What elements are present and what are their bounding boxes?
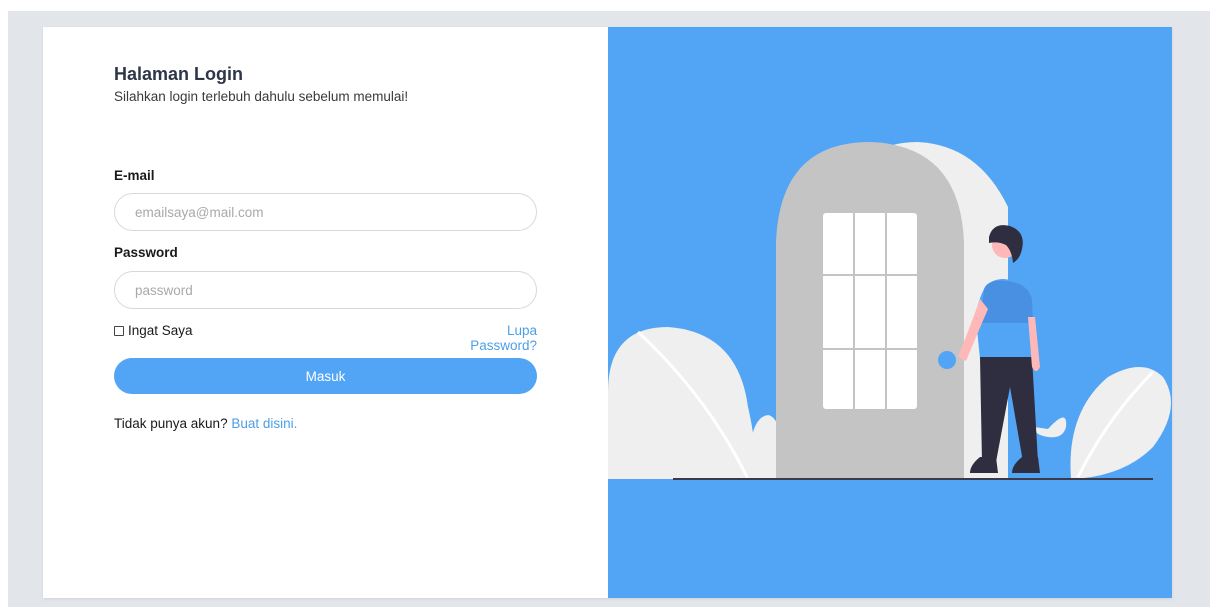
- login-button[interactable]: Masuk: [114, 358, 537, 394]
- door-illustration: [608, 27, 1172, 598]
- password-label: Password: [114, 245, 178, 260]
- door-window: [823, 213, 917, 409]
- page-subtitle: Silahkan login terlebuh dahulu sebelum m…: [114, 89, 409, 104]
- remember-me-label: Ingat Saya: [128, 323, 193, 338]
- checkbox-icon[interactable]: [114, 325, 124, 336]
- forgot-password-link[interactable]: Lupa Password?: [438, 323, 537, 353]
- door-knob: [938, 351, 956, 369]
- login-form-panel: Halaman Login Silahkan login terlebuh da…: [43, 27, 608, 598]
- register-prompt-text: Tidak punya akun?: [114, 416, 228, 431]
- register-prompt: Tidak punya akun? Buat disini.: [114, 416, 297, 431]
- email-label: E-mail: [114, 168, 155, 183]
- login-card: Halaman Login Silahkan login terlebuh da…: [43, 27, 1172, 598]
- remember-me-checkbox[interactable]: Ingat Saya: [114, 323, 193, 338]
- email-input[interactable]: [114, 193, 537, 231]
- page-title: Halaman Login: [114, 64, 244, 84]
- illustration-panel: [608, 27, 1172, 598]
- page-frame-left: [0, 0, 8, 607]
- page-frame-top: [0, 0, 1210, 11]
- password-input[interactable]: [114, 271, 537, 309]
- register-link[interactable]: Buat disini.: [231, 416, 297, 431]
